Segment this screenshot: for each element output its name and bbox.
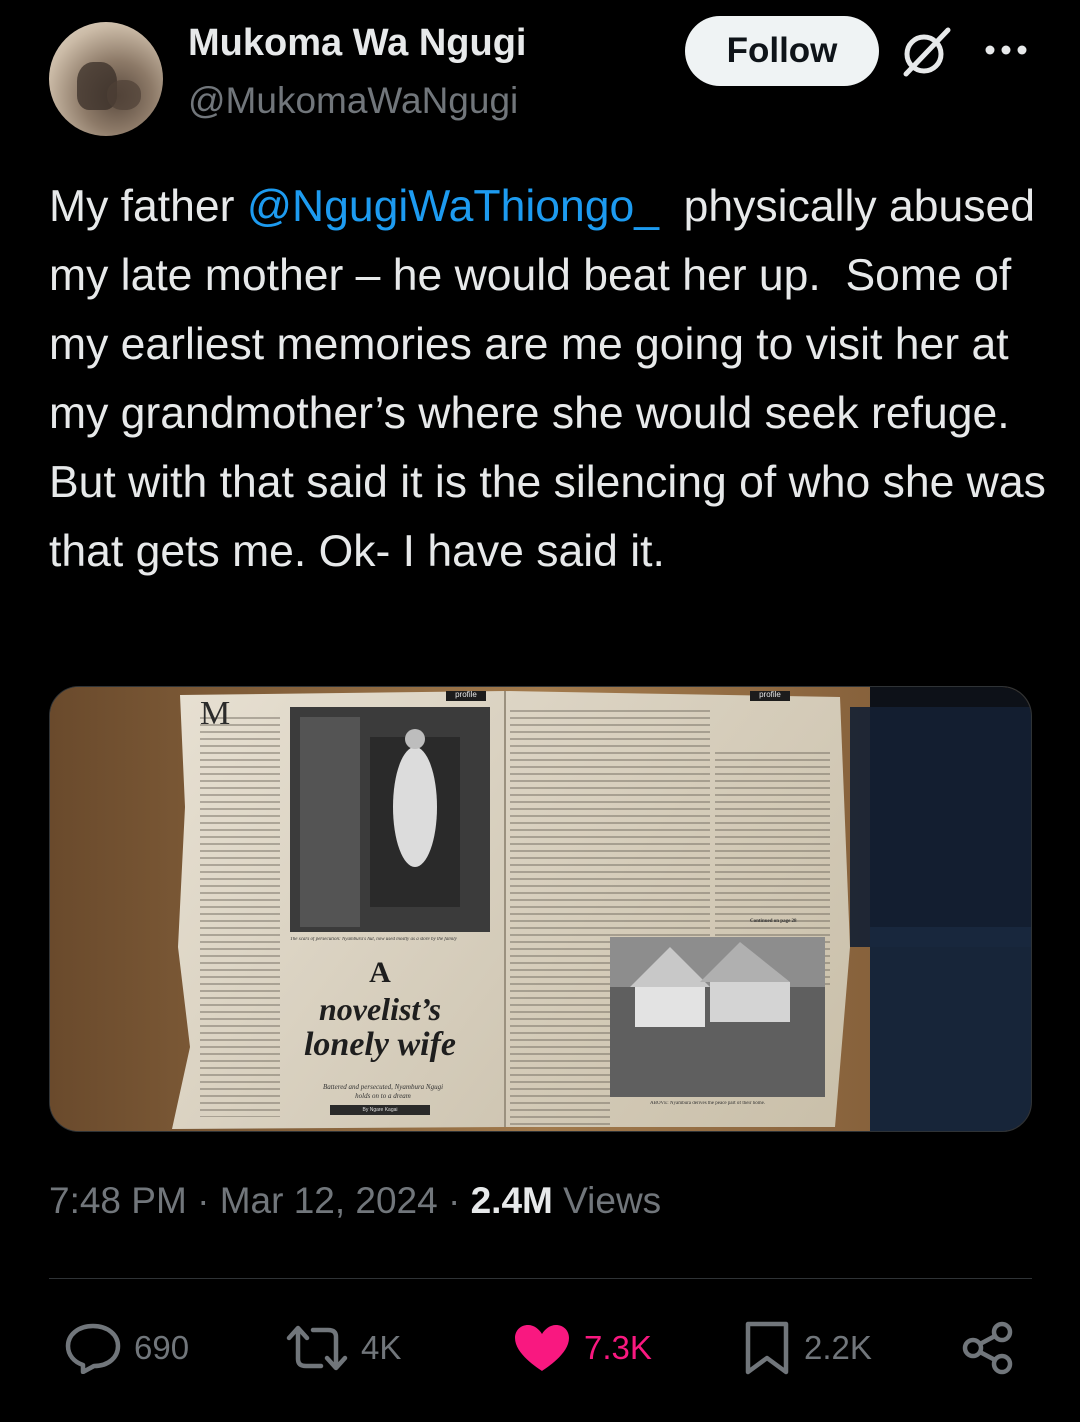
tweet-date[interactable]: Mar 12, 2024 — [220, 1180, 438, 1221]
like-button[interactable]: 7.3K — [512, 1318, 652, 1378]
share-button[interactable] — [960, 1318, 1016, 1378]
newspaper-subhead-line: Battered and persecuted, Nyambura Ngugi — [322, 1083, 444, 1091]
tweet-text-part: physically abused my late mother – he wo… — [49, 182, 1059, 576]
tweet-timestamp: 7:48 PM · Mar 12, 2024 · 2.4M Views — [49, 1180, 661, 1222]
tweet-time[interactable]: 7:48 PM — [49, 1180, 187, 1221]
reply-count: 690 — [134, 1329, 190, 1366]
newspaper-section-tag: profile — [455, 690, 477, 699]
newspaper-photo-caption: The scars of persecution: Nyambura's hut… — [290, 937, 457, 942]
separator: · — [437, 1180, 471, 1221]
newspaper-subhead: Battered and persecuted, Nyambura Ngugi … — [278, 1083, 488, 1101]
divider — [49, 1278, 1032, 1279]
mention-link[interactable]: @NgugiWaThiongo_ — [247, 182, 659, 231]
like-count: 7.3K — [584, 1329, 652, 1366]
newspaper-section-tag: profile — [759, 690, 781, 699]
tweet-text: My father @NgugiWaThiongo_ physically ab… — [49, 172, 1049, 586]
tweet-text-part: My father — [49, 182, 247, 231]
grok-icon[interactable] — [898, 24, 954, 80]
newspaper-photo — [50, 687, 1031, 1131]
repost-button[interactable]: 4K — [285, 1318, 401, 1378]
follow-button[interactable]: Follow — [685, 16, 879, 86]
bookmark-button[interactable]: 2.2K — [742, 1318, 872, 1378]
bookmark-icon — [745, 1321, 789, 1375]
newspaper-subhead-line: holds on to a dream — [355, 1092, 411, 1100]
newspaper-headline-line: lonely wife — [303, 1026, 457, 1063]
author-display-name[interactable]: Mukoma Wa Ngugi — [188, 22, 526, 65]
reply-button[interactable]: 690 — [64, 1318, 189, 1378]
bookmark-count: 2.2K — [804, 1329, 872, 1366]
repost-icon — [286, 1325, 348, 1371]
newspaper-byline: By Ngare Kagai — [330, 1105, 430, 1115]
views-label: Views — [552, 1180, 662, 1221]
repost-count: 4K — [361, 1329, 402, 1366]
newspaper-continued: Continued on page 28 — [750, 919, 797, 924]
reply-icon — [65, 1323, 121, 1374]
avatar[interactable] — [49, 22, 163, 136]
more-options-icon[interactable] — [984, 38, 1028, 62]
avatar-figure — [107, 80, 141, 110]
separator: · — [186, 1180, 220, 1221]
share-icon — [962, 1321, 1013, 1375]
newspaper-headline-line: A — [369, 956, 391, 989]
tweet-media-photo[interactable]: M profile profile The scars of persecuti… — [49, 686, 1032, 1132]
heart-icon — [515, 1325, 569, 1371]
newspaper-headline-line: novelist’s — [318, 991, 442, 1027]
views-count[interactable]: 2.4M — [471, 1180, 553, 1221]
newspaper-headline: A novelist’s lonely wife — [265, 955, 495, 1063]
author-handle[interactable]: @MukomaWaNgugi — [188, 80, 518, 122]
newspaper-drop-cap: M — [200, 695, 231, 732]
newspaper-photo-caption: ABOVE: Nyambura derives the peace part o… — [650, 1101, 766, 1106]
